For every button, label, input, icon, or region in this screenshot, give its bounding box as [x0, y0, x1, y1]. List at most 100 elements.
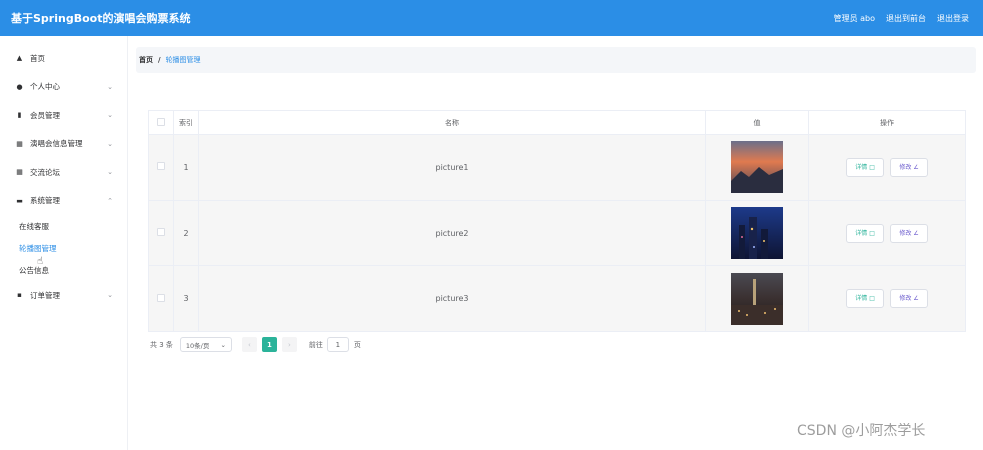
row-image-cell: [705, 199, 809, 267]
sidebar-item-label: 系统管理: [30, 196, 60, 206]
row-index: 2: [173, 199, 199, 267]
chevron-down-icon: ⌄: [107, 291, 113, 300]
row-name: picture1: [198, 134, 706, 201]
thumbnail-image[interactable]: [731, 272, 783, 325]
row-checkbox[interactable]: [157, 293, 165, 302]
row-actions: 详情 □ 修改 ∠: [808, 134, 966, 201]
page-size-value: 10条/页: [185, 341, 210, 350]
clipboard-icon: ▦: [16, 139, 23, 148]
row-checkbox[interactable]: [157, 228, 165, 237]
row-select-cell: [148, 199, 174, 267]
sidebar-item-label: 交流论坛: [30, 167, 60, 177]
sidebar-subitem-online-service[interactable]: 在线客服: [0, 215, 127, 237]
chat-icon: ▪: [17, 291, 22, 300]
row-image-cell: [705, 134, 809, 201]
backend-link[interactable]: 退出到前台: [886, 13, 926, 24]
pagination: 共 3 条 10条/页 ⌄ ‹ 1 › 前往 1 页: [150, 337, 361, 352]
pencil-icon: ∠: [913, 163, 919, 171]
table-row: 1 picture1 详情 □ 修改 ∠: [148, 134, 966, 201]
sidebar-item-concerts[interactable]: ▦ 演唱会信息管理 ⌄: [0, 130, 127, 159]
detail-button-label: 详情: [855, 295, 868, 303]
sidebar-item-label: 会员管理: [30, 110, 60, 120]
top-bar: 基于SpringBoot的演唱会购票系统 管理员 abo 退出到前台 退出登录: [0, 0, 983, 36]
sidebar-item-label: 首页: [30, 53, 45, 63]
table-row: 3 picture3 详情 □ 修改 ∠: [148, 265, 966, 333]
page-word: 页: [353, 340, 361, 349]
sidebar-item-label: 订单管理: [30, 290, 60, 300]
chevron-down-icon: ⌄: [107, 82, 113, 91]
page-size-select[interactable]: 10条/页 ⌄: [179, 337, 232, 352]
row-select-cell: [148, 134, 174, 201]
breadcrumb-current: 轮播图管理: [165, 56, 201, 64]
hand-cursor-icon: ☝: [37, 256, 44, 267]
sidebar-item-profile[interactable]: ● 个人中心 ⌄: [0, 73, 127, 102]
pencil-icon: ∠: [913, 229, 919, 237]
detail-button[interactable]: 详情 □: [846, 157, 884, 177]
home-icon: ▲: [16, 54, 23, 63]
breadcrumb: 首页 / 轮播图管理: [136, 47, 976, 73]
edit-button-label: 修改: [899, 295, 912, 303]
sidebar-item-forum[interactable]: ▦ 交流论坛 ⌄: [0, 158, 127, 187]
select-all-cell: [148, 110, 174, 135]
table-row: 2 picture2 详情 □ 修改 ∠: [148, 199, 966, 267]
sidebar: ▲ 首页 ● 个人中心 ⌄ ▮ 会员管理 ⌄ ▦ 演唱会信息管理 ⌄ ▦ 交流论…: [0, 36, 128, 450]
user-icon: ●: [16, 82, 23, 91]
sidebar-item-orders[interactable]: ▪ 订单管理 ⌄: [0, 281, 127, 310]
edit-button-label: 修改: [899, 229, 912, 237]
breadcrumb-home[interactable]: 首页: [139, 55, 153, 65]
row-name: picture3: [198, 265, 706, 333]
sidebar-item-label: 个人中心: [30, 82, 60, 92]
chart-icon: ▮: [17, 111, 22, 120]
column-header-index: 索引: [173, 110, 199, 135]
detail-button-label: 详情: [855, 163, 868, 171]
row-select-cell: [148, 265, 174, 333]
doc-icon: □: [869, 295, 875, 303]
edit-button[interactable]: 修改 ∠: [890, 289, 928, 309]
carousel-table: 索引 名称 值 操作 1 picture1 详情 □ 修改 ∠ 2 pictur…: [148, 110, 966, 333]
page-number[interactable]: 1: [261, 337, 277, 352]
column-header-value: 值: [705, 110, 809, 135]
row-image-cell: [705, 265, 809, 333]
watermark: CSDN @小阿杰学长: [797, 423, 926, 439]
row-index: 3: [173, 265, 199, 333]
column-header-actions: 操作: [808, 110, 966, 135]
breadcrumb-separator: /: [158, 56, 161, 64]
thumbnail-image[interactable]: [731, 141, 783, 194]
column-header-name: 名称: [198, 110, 706, 135]
edit-button[interactable]: 修改 ∠: [890, 223, 928, 243]
edit-button[interactable]: 修改 ∠: [890, 157, 928, 177]
sidebar-subitem-notices[interactable]: 公告信息: [0, 259, 127, 281]
row-checkbox[interactable]: [157, 162, 165, 171]
row-index: 1: [173, 134, 199, 201]
sidebar-subitem-carousel[interactable]: 轮播图管理: [0, 237, 127, 259]
chevron-down-icon: ⌄: [107, 139, 113, 148]
admin-label: 管理员 abo: [833, 13, 875, 23]
next-page-button[interactable]: ›: [281, 337, 297, 352]
row-name: picture2: [198, 199, 706, 267]
detail-button[interactable]: 详情 □: [846, 223, 884, 243]
detail-button[interactable]: 详情 □: [846, 289, 884, 309]
briefcase-icon: ▬: [16, 196, 23, 205]
table-header-row: 索引 名称 值 操作: [148, 110, 966, 135]
logout-link[interactable]: 退出登录: [937, 13, 969, 24]
chevron-down-icon: ⌄: [220, 340, 226, 349]
sidebar-item-home[interactable]: ▲ 首页: [0, 44, 127, 73]
grid-icon: ▦: [16, 168, 23, 177]
app-title: 基于SpringBoot的演唱会购票系统: [11, 12, 191, 25]
chevron-down-icon: ⌄: [107, 168, 113, 177]
thumbnail-image[interactable]: [731, 207, 783, 260]
goto-page-input[interactable]: 1: [326, 337, 349, 352]
row-actions: 详情 □ 修改 ∠: [808, 199, 966, 267]
header-actions: 管理员 abo 退出到前台 退出登录: [834, 13, 969, 24]
sidebar-item-label: 演唱会信息管理: [30, 139, 83, 149]
sidebar-item-members[interactable]: ▮ 会员管理 ⌄: [0, 101, 127, 130]
chevron-up-icon: ⌃: [107, 196, 113, 205]
select-all-checkbox[interactable]: [157, 117, 165, 126]
sidebar-item-system[interactable]: ▬ 系统管理 ⌃: [0, 187, 127, 216]
prev-page-button[interactable]: ‹: [241, 337, 257, 352]
chevron-down-icon: ⌄: [107, 111, 113, 120]
row-actions: 详情 □ 修改 ∠: [808, 265, 966, 333]
doc-icon: □: [869, 229, 875, 237]
total-count: 共 3 条: [150, 340, 173, 349]
edit-button-label: 修改: [899, 163, 912, 171]
